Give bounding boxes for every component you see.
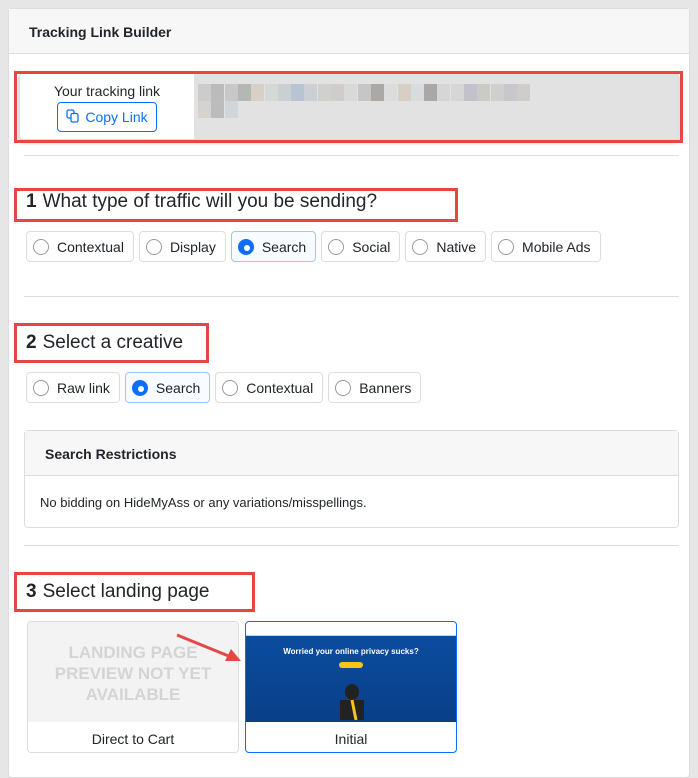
redacted-link-pixel — [370, 84, 384, 101]
radio-icon[interactable] — [131, 379, 148, 396]
step-1-heading: 1 What type of traffic will you be sendin… — [26, 191, 378, 212]
redacted-link-pixel — [317, 84, 331, 101]
copy-link-button[interactable]: Copy Link — [57, 102, 157, 132]
option-label: Contextual — [57, 238, 124, 255]
creative-radio-group: Raw link Search Contextual Banners — [26, 372, 422, 403]
redacted-link-pixel — [211, 101, 225, 118]
restrictions-title: Search Restrictions — [25, 431, 678, 476]
step-2-heading: 2 Select a creative — [26, 332, 184, 353]
option-label: Raw link — [57, 379, 110, 396]
option-label: Search — [261, 238, 307, 255]
radio-icon[interactable] — [237, 238, 254, 255]
redacted-link-pixel — [331, 84, 344, 101]
redacted-link-pixel — [397, 84, 411, 101]
landing-page-label: Initial — [334, 731, 368, 747]
redacted-link-pixel — [410, 84, 424, 101]
redacted-link-pixel — [477, 84, 491, 101]
creative-option-contextual[interactable]: Contextual — [215, 372, 324, 403]
option-label: Native — [436, 238, 477, 255]
creative-option-raw-link[interactable]: Raw link — [26, 372, 120, 403]
radio-icon[interactable] — [145, 238, 162, 255]
divider — [24, 545, 679, 546]
option-label: Banners — [359, 379, 412, 396]
traffic-option-native[interactable]: Native — [405, 231, 487, 262]
copy-icon — [66, 108, 80, 126]
redacted-link-pixel — [503, 84, 517, 101]
traffic-option-social[interactable]: Social — [321, 231, 401, 262]
redacted-link-pixel — [224, 101, 238, 118]
redacted-link-pixel — [277, 84, 291, 101]
card-title: Tracking Link Builder — [9, 9, 689, 54]
traffic-type-radio-group: Contextual Display Search Social Native Mobil… — [26, 231, 601, 262]
option-label: Social — [352, 238, 391, 255]
creative-option-search[interactable]: Search — [124, 372, 211, 403]
tracking-link-textarea[interactable] — [194, 74, 678, 139]
divider — [24, 155, 679, 156]
landing-page-label: Direct to Cart — [91, 731, 175, 747]
radio-icon[interactable] — [328, 238, 345, 255]
option-label: Search — [155, 379, 201, 396]
redacted-link-pixel — [224, 84, 238, 101]
redacted-link-pixel — [424, 84, 438, 101]
redacted-link-pixel — [450, 84, 464, 101]
radio-icon[interactable] — [335, 379, 352, 396]
radio-icon[interactable] — [412, 238, 429, 255]
redacted-link-pixel — [251, 84, 265, 101]
redacted-link-pixel — [437, 84, 451, 101]
option-label: Mobile Ads — [522, 238, 591, 255]
radio-icon[interactable] — [498, 238, 515, 255]
redacted-link-pixel — [198, 84, 211, 101]
tracking-link-box: Your tracking link Copy Link — [19, 73, 679, 140]
landing-page-initial[interactable]: Worried your online privacy sucks? Initi… — [245, 621, 457, 753]
tracking-link-label: Your tracking link — [53, 83, 161, 99]
traffic-option-search[interactable]: Search — [230, 231, 317, 262]
redacted-link-pixel — [211, 84, 225, 101]
traffic-option-contextual[interactable]: Contextual — [26, 231, 134, 262]
annotation-arrow-icon — [176, 633, 241, 661]
option-label: Display — [169, 238, 216, 255]
redacted-link-pixel — [517, 84, 531, 101]
copy-link-label: Copy Link — [85, 109, 148, 125]
redacted-link-pixel — [490, 84, 504, 101]
step-3-heading: 3 Select landing page — [26, 581, 210, 602]
redacted-link-pixel — [357, 84, 371, 101]
landing-page-preview-image: Worried your online privacy sucks? — [246, 622, 456, 722]
redacted-link-pixel — [237, 84, 251, 101]
redacted-link-pixel — [291, 84, 305, 101]
search-restrictions-card: Search Restrictions No bidding on HideMy… — [24, 430, 679, 528]
redacted-link-pixel — [464, 84, 477, 101]
redacted-link-pixel — [198, 101, 211, 118]
redacted-link-pixel — [264, 84, 278, 101]
option-label: Contextual — [246, 379, 314, 396]
divider — [24, 296, 679, 297]
redacted-link-pixel — [344, 84, 358, 101]
creative-option-banners[interactable]: Banners — [328, 372, 422, 403]
radio-icon[interactable] — [33, 379, 49, 396]
traffic-option-mobile-ads[interactable]: Mobile Ads — [491, 231, 601, 262]
redacted-link-pixel — [304, 84, 318, 101]
radio-icon[interactable] — [222, 379, 239, 396]
restrictions-text: No bidding on HideMyAss or any variation… — [40, 495, 367, 510]
redacted-link-pixel — [384, 84, 398, 101]
traffic-option-display[interactable]: Display — [138, 231, 226, 262]
radio-icon[interactable] — [33, 238, 49, 255]
tracking-link-builder-card: Tracking Link Builder Your tracking link… — [8, 8, 690, 778]
